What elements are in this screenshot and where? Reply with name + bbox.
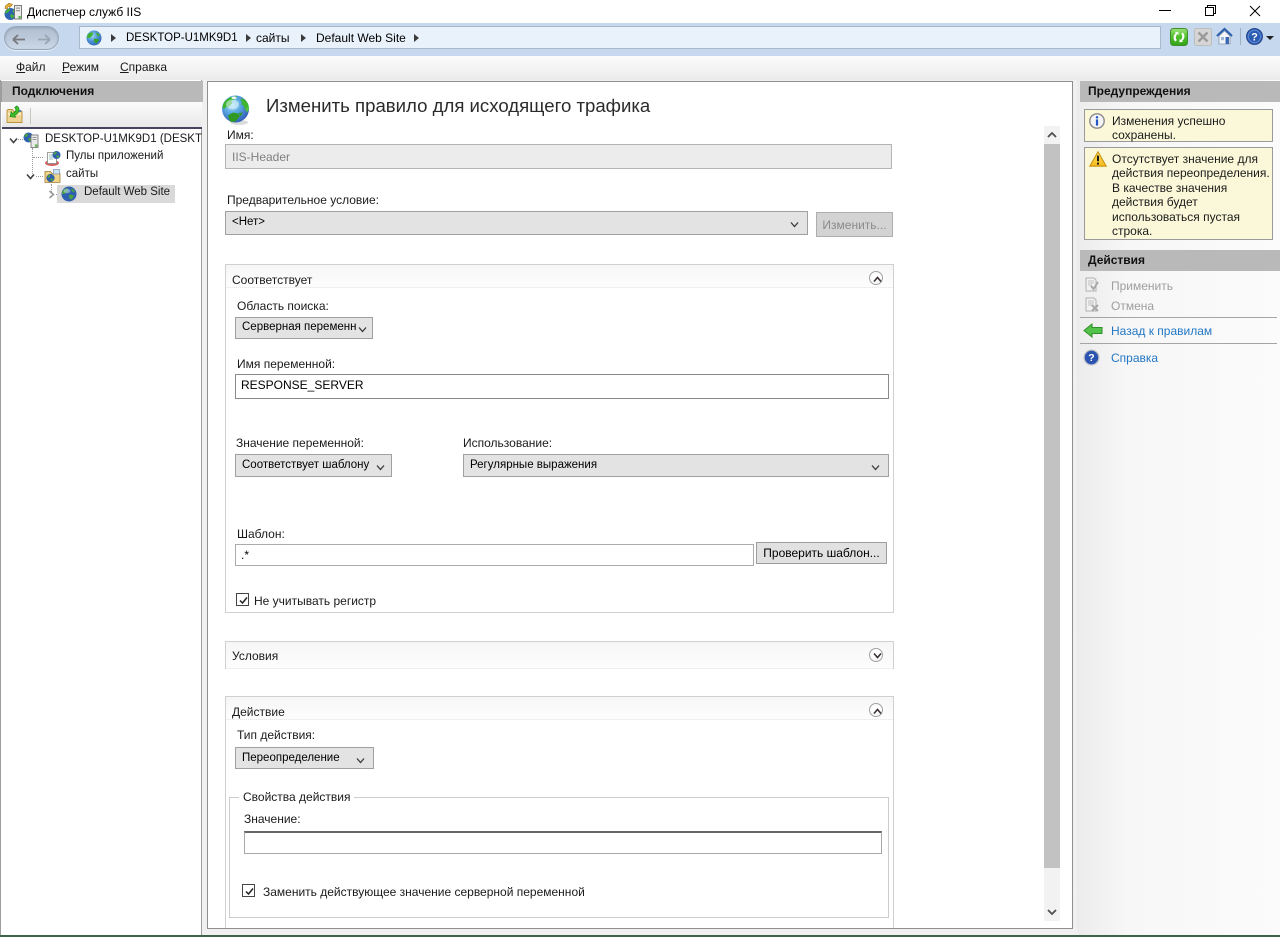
- svg-text:?: ?: [1088, 352, 1094, 364]
- svg-text:?: ?: [1251, 32, 1258, 44]
